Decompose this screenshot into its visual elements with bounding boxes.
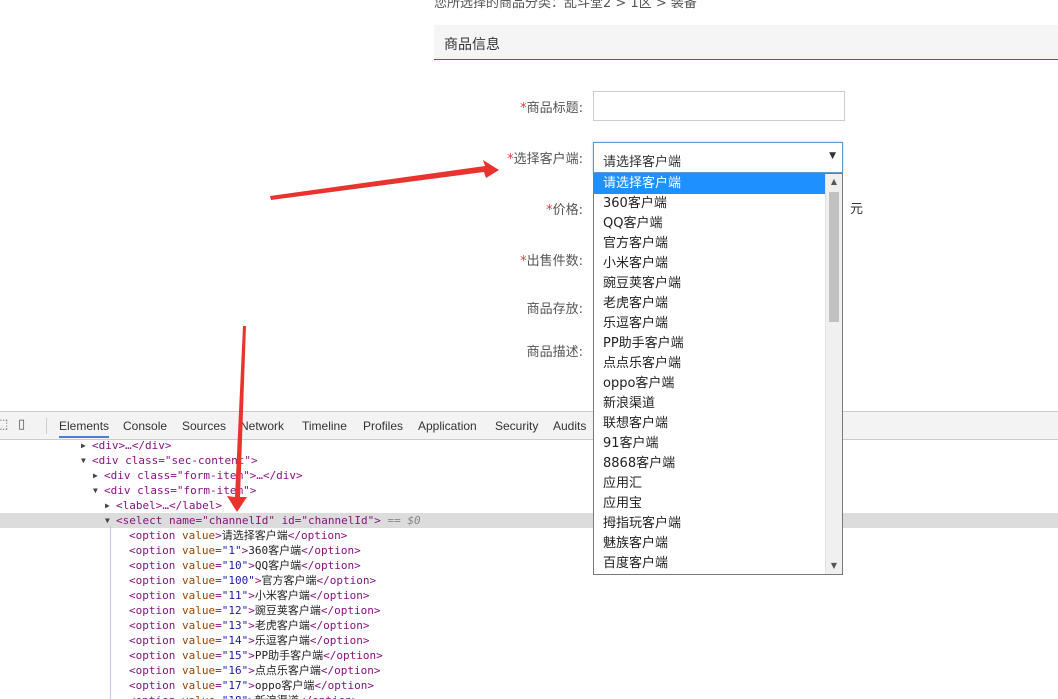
arrow-to-code-icon: [227, 326, 247, 512]
annotation-arrows: [227, 160, 499, 512]
arrow-to-select-icon: [270, 160, 499, 200]
